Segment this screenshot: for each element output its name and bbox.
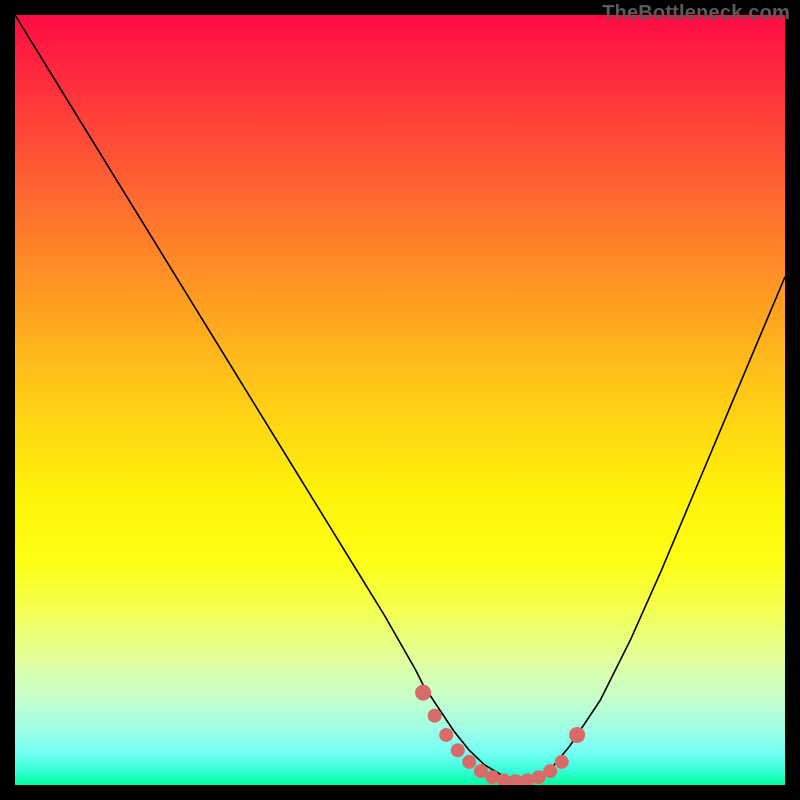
watermark-text: TheBottleneck.com — [602, 2, 790, 25]
data-dot — [543, 764, 557, 778]
data-dot — [451, 743, 465, 757]
data-dot — [415, 685, 431, 701]
data-dot — [428, 709, 442, 723]
data-dot — [569, 727, 585, 743]
data-dot — [555, 755, 569, 769]
chart-frame: TheBottleneck.com — [0, 0, 800, 800]
chart-plot-area — [15, 15, 785, 785]
chart-svg — [15, 15, 785, 785]
data-dot — [462, 755, 476, 769]
data-dot — [439, 728, 453, 742]
data-dots — [415, 685, 585, 785]
bottleneck-curve — [15, 15, 785, 779]
